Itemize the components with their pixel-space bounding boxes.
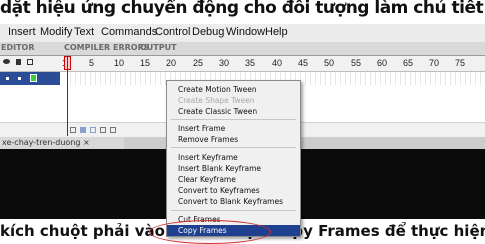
frame-number: 40 — [272, 58, 283, 68]
frame-number: 55 — [351, 58, 362, 68]
menu-separator — [171, 119, 296, 120]
frame-number: 10 — [114, 58, 125, 68]
top-overlay-text: dặt hiệu ứng chuyển động cho đối tượng l… — [0, 0, 484, 18]
frame-number: 45 — [298, 58, 309, 68]
menu-modify[interactable]: Modify — [40, 26, 72, 38]
eye-icon[interactable] — [3, 59, 10, 64]
frame-number: 65 — [403, 58, 414, 68]
lock-dot-icon — [18, 77, 21, 80]
menu-separator — [171, 210, 296, 211]
playhead-line — [67, 56, 68, 136]
onion-outline-icon[interactable] — [90, 127, 96, 133]
edit-multiple-icon[interactable] — [100, 127, 106, 133]
outline-icon[interactable] — [27, 59, 33, 65]
document-tab[interactable]: xe-chay-tren-duong × — [0, 137, 124, 149]
tab-output[interactable]: OUTPUT — [140, 43, 177, 52]
frame-number: 15 — [140, 58, 151, 68]
menu-window[interactable]: Window — [226, 26, 265, 38]
modify-markers-icon[interactable] — [110, 127, 116, 133]
frame-number: 5 — [89, 58, 95, 68]
onion-skin-icon[interactable] — [80, 127, 86, 133]
menu-commands[interactable]: Commands — [101, 26, 157, 38]
layer-color-icon — [30, 74, 37, 82]
annotation-ellipse — [149, 220, 271, 244]
frame-number: 50 — [324, 58, 335, 68]
menu-insert-frame[interactable]: Insert Frame — [167, 123, 300, 134]
visible-dot-icon — [6, 77, 9, 80]
menu-remove-frames[interactable]: Remove Frames — [167, 134, 300, 145]
tab-compiler-errors[interactable]: COMPILER ERRORS — [64, 43, 150, 52]
context-menu: Create Motion Tween Create Shape Tween C… — [166, 80, 301, 237]
frame-number: 20 — [166, 58, 177, 68]
frame-number: 30 — [219, 58, 230, 68]
frame-number: 35 — [245, 58, 256, 68]
menu-text[interactable]: Text — [74, 26, 94, 38]
center-frame-icon[interactable] — [70, 127, 76, 133]
menu-clear-keyframe[interactable]: Clear Keyframe — [167, 174, 300, 185]
menu-separator — [171, 147, 296, 148]
panel-tab-bar: EDITOR COMPILER ERRORS OUTPUT — [0, 42, 485, 56]
menu-convert-to-keyframes[interactable]: Convert to Keyframes — [167, 185, 300, 196]
menu-insert[interactable]: Insert — [8, 26, 36, 38]
menu-create-shape-tween: Create Shape Tween — [178, 96, 255, 105]
frame-number: 70 — [429, 58, 440, 68]
menu-debug[interactable]: Debug — [192, 26, 224, 38]
menu-help[interactable]: Help — [265, 26, 288, 38]
frame-number: 75 — [455, 58, 466, 68]
lock-icon[interactable] — [16, 59, 21, 65]
menu-control[interactable]: Control — [155, 26, 190, 38]
tab-editor[interactable]: EDITOR — [1, 43, 35, 52]
menu-create-motion-tween[interactable]: Create Motion Tween — [167, 84, 300, 95]
menu-insert-blank-keyframe[interactable]: Insert Blank Keyframe — [167, 163, 300, 174]
menu-insert-keyframe[interactable]: Insert Keyframe — [167, 152, 300, 163]
menu-create-classic-tween[interactable]: Create Classic Tween — [167, 106, 300, 117]
frame-number: 60 — [377, 58, 388, 68]
frame-number: 25 — [193, 58, 204, 68]
timeline-header: 1 5 10 15 20 25 30 35 40 45 50 55 60 65 … — [0, 56, 485, 72]
menu-convert-to-blank-keyframes[interactable]: Convert to Blank Keyframes — [167, 196, 300, 207]
menu-bar: Insert Modify Text Commands Control Debu… — [0, 24, 485, 42]
layer-header[interactable] — [0, 72, 60, 85]
